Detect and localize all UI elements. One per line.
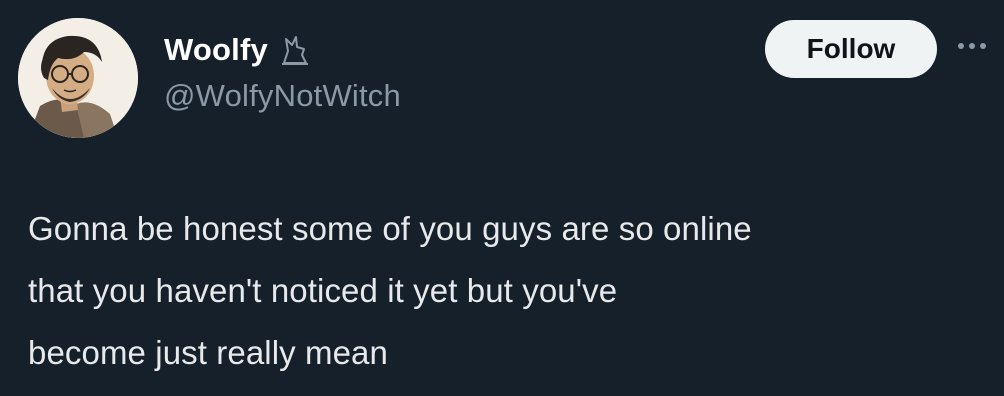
more-options-icon[interactable] xyxy=(958,34,998,58)
tweet-text: Gonna be honest some of you guys are so … xyxy=(28,210,752,371)
wolf-icon xyxy=(278,33,312,67)
display-name[interactable]: Woolfy xyxy=(164,32,268,68)
display-name-row: Woolfy xyxy=(164,30,401,70)
follow-button[interactable]: Follow xyxy=(765,20,937,78)
user-info: Woolfy @WolfyNotWitch xyxy=(164,30,401,114)
avatar[interactable] xyxy=(18,18,138,138)
more-dot xyxy=(969,43,975,49)
more-dot xyxy=(958,43,964,49)
user-handle[interactable]: @WolfyNotWitch xyxy=(164,78,401,114)
avatar-illustration xyxy=(18,18,138,138)
more-dot xyxy=(980,43,986,49)
tweet-card: Woolfy @WolfyNotWitch Follow Gonna be ho… xyxy=(0,0,1004,396)
